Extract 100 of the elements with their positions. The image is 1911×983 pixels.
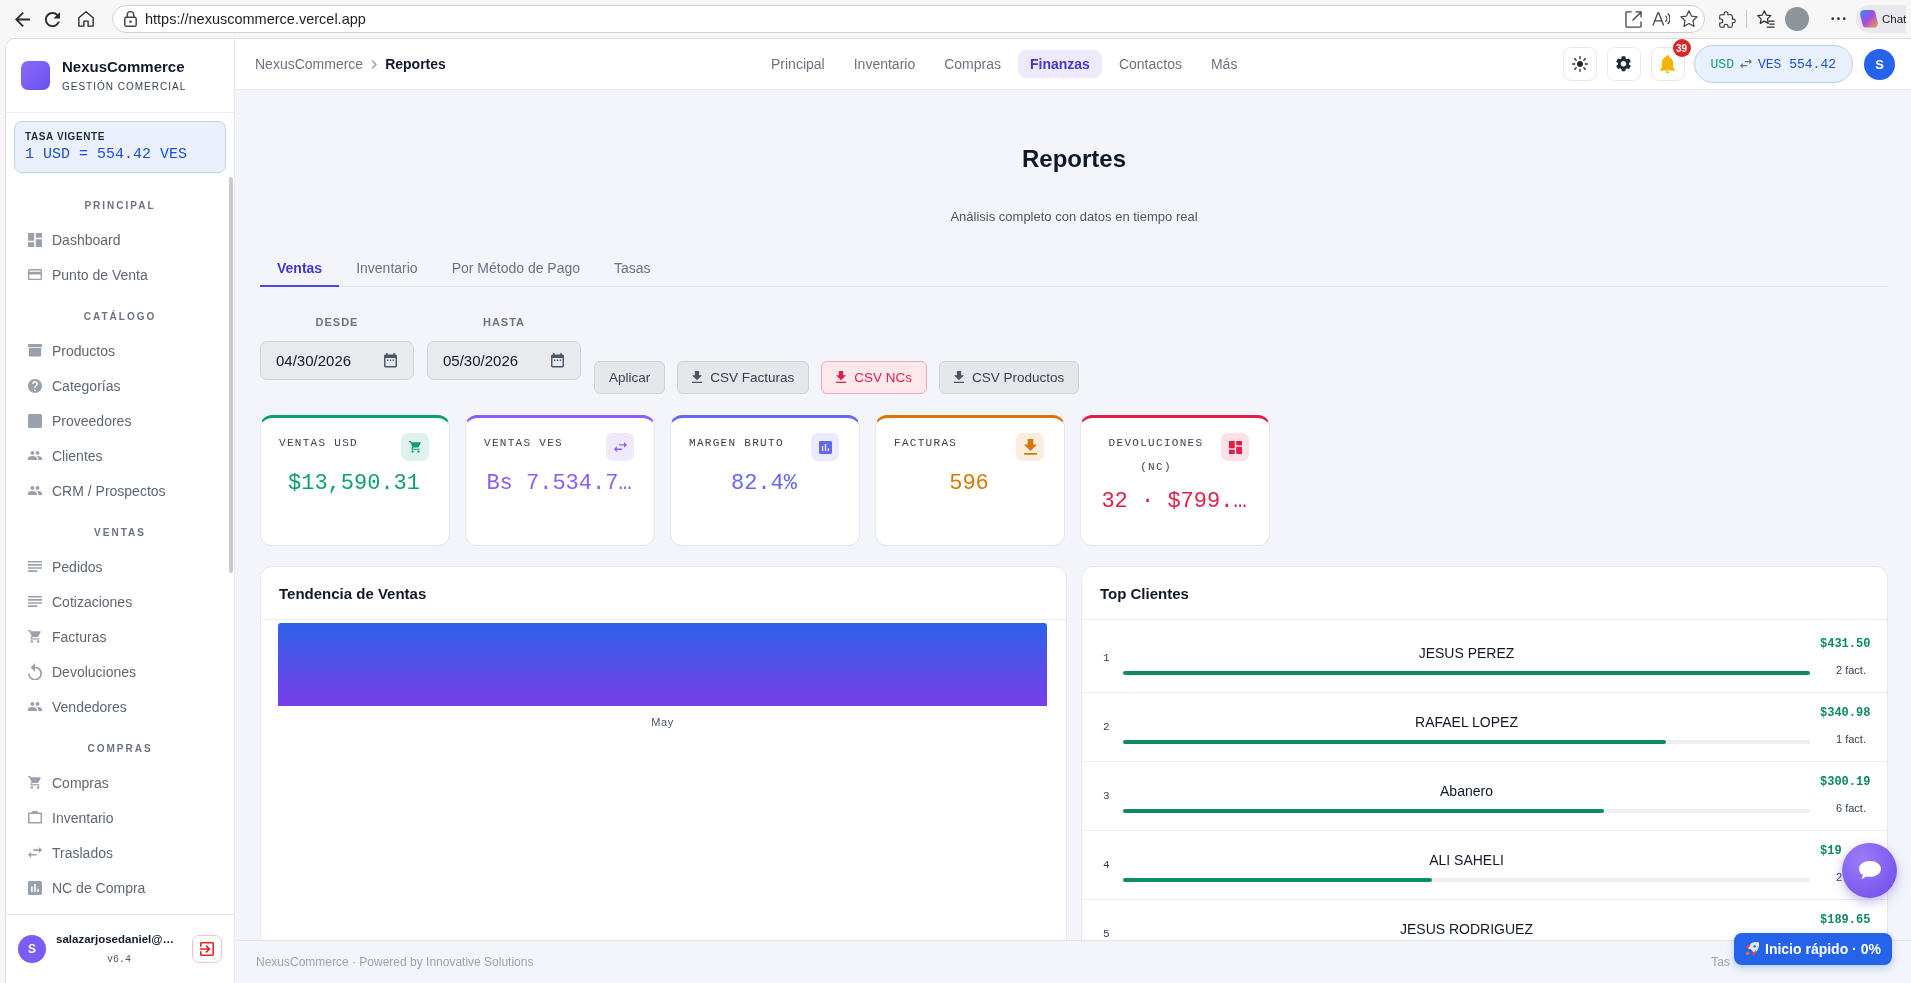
apply-button[interactable]: Aplicar (594, 361, 666, 394)
sidebar-item[interactable]: NC de Compra (6, 870, 234, 905)
briefcase-icon (28, 811, 42, 824)
date-field[interactable]: 04/30/2026 (260, 341, 414, 380)
card-title: Top Clientes (1100, 584, 1189, 602)
stat-value: 596 (948, 470, 990, 498)
download-icon (692, 371, 703, 384)
calendar-icon (384, 353, 397, 368)
back-arrow-icon (14, 11, 30, 27)
open-in-app-icon (1625, 10, 1642, 28)
sidebar-item[interactable]: Productos (6, 333, 234, 368)
read-aloud-button[interactable] (1652, 11, 1670, 27)
nav-tab[interactable]: Más (1198, 50, 1250, 78)
stat-label: VENTAS USD (279, 436, 358, 451)
sidebar-item[interactable]: Traslados (6, 835, 234, 870)
sidebar-item[interactable]: Punto de Venta (6, 257, 234, 292)
chat-button[interactable]: Chat (1856, 5, 1907, 33)
download-button[interactable]: CSV NCs (821, 361, 928, 394)
invoice-count: 2 fact. (1835, 664, 1867, 677)
axis-label: May (651, 716, 674, 728)
download-button[interactable]: CSV Facturas (677, 361, 810, 394)
favorite-button[interactable] (1680, 10, 1698, 28)
date-field[interactable]: 05/30/2026 (427, 341, 581, 380)
settings-button[interactable] (1606, 47, 1641, 81)
theme-toggle-button[interactable] (1562, 47, 1597, 81)
field-label: HASTA (482, 315, 526, 329)
square-logo-icon (21, 61, 50, 90)
star-icon (1680, 10, 1698, 28)
sidebar-item[interactable]: Clientes (6, 438, 234, 473)
swap-arrows-icon (28, 847, 42, 858)
grid-icon (1221, 433, 1249, 461)
open-in-app-button[interactable] (1625, 10, 1642, 28)
nav-tab[interactable]: Inventario (841, 50, 928, 78)
calendar-icon (551, 353, 564, 368)
list-icon (28, 596, 42, 607)
cart-icon (28, 630, 42, 643)
page-title: Reportes (1021, 145, 1127, 173)
user-email: salazarjosedaniel@… (56, 933, 174, 945)
download-button[interactable]: CSV Productos (939, 361, 1080, 394)
user-avatar[interactable]: S (18, 935, 46, 963)
speech-bubble-icon (1858, 861, 1881, 880)
sidebar-item[interactable]: Facturas (6, 619, 234, 654)
tab[interactable]: Inventario (339, 251, 435, 287)
address-bar[interactable]: https://nexuscommerce.vercel.app (112, 5, 1705, 33)
sidebar-item[interactable]: Categorías (6, 368, 234, 403)
read-aloud-icon (1652, 11, 1670, 27)
logout-icon (200, 942, 214, 956)
sidebar-item[interactable]: CRM / Prospectos (6, 473, 234, 508)
chevron-icon (371, 59, 378, 69)
page-subtitle: Análisis completo con datos en tiempo real (950, 209, 1198, 225)
sidebar-item[interactable]: Proveedores (6, 403, 234, 438)
client-name: RAFAEL LOPEZ (1415, 715, 1518, 730)
section-heading: CATÁLOGO (82, 309, 158, 324)
scrollbar-thumb[interactable] (229, 177, 233, 573)
more-icon (1830, 17, 1846, 21)
amount-text: $189.65 (1820, 913, 1872, 928)
nav-tab[interactable]: Principal (759, 50, 837, 78)
notification-badge: 39 (1672, 39, 1691, 57)
home-icon (78, 11, 94, 27)
tab[interactable]: Ventas (260, 251, 340, 287)
sidebar-item[interactable]: Compras (6, 765, 234, 800)
sidebar-item[interactable]: Pedidos (6, 549, 234, 584)
sidebar-item[interactable]: Devoluciones (6, 654, 234, 689)
nav-tab[interactable]: Finanzas (1018, 50, 1102, 78)
user-avatar[interactable]: S (1864, 48, 1895, 80)
invoice-count: 2 (1835, 871, 1844, 884)
nav-tab[interactable]: Contactos (1106, 50, 1194, 78)
quick-start-button[interactable]: Inicio rápido · 0% (1734, 933, 1892, 965)
amount-text: $300.19 (1820, 775, 1872, 790)
swap-arrows-icon (606, 433, 634, 461)
exchange-rate-button[interactable]: USD VES 554.42 (1693, 45, 1853, 83)
breadcrumb-link[interactable]: NexusCommerce (255, 56, 364, 72)
people-icon (28, 486, 42, 495)
tab[interactable]: Tasas (597, 251, 668, 287)
sidebar-item[interactable]: Vendedores (6, 689, 234, 724)
invoice-count: 1 fact. (1835, 733, 1867, 746)
people-icon (28, 451, 42, 460)
client-name: ALI SAHELI (1429, 853, 1504, 868)
sidebar-item[interactable]: Dashboard (6, 222, 234, 257)
stat-value: 82.4% (730, 470, 798, 498)
tab[interactable]: Por Método de Pago (434, 251, 598, 287)
stat-value: Bs 7.534.7… (485, 470, 633, 498)
bell-icon (1660, 54, 1676, 74)
question-icon (28, 378, 42, 393)
sidebar-item[interactable]: Inventario (6, 800, 234, 835)
logout-button[interactable] (192, 935, 222, 963)
sidebar-item[interactable]: Cotizaciones (6, 584, 234, 619)
download-icon (1016, 433, 1044, 461)
stat-label: VENTAS VES (484, 436, 563, 451)
nav-tab[interactable]: Compras (932, 50, 1013, 78)
amount-text: $19 (1820, 844, 1843, 859)
square-icon (28, 413, 42, 428)
brand-name: NexusCommerce (62, 58, 186, 76)
footer-note: Tas (1711, 955, 1730, 969)
undo-icon (28, 662, 42, 681)
profile-avatar[interactable] (1785, 7, 1809, 31)
stat-value: 32 · $799.… (1100, 488, 1248, 516)
download-icon (836, 371, 847, 384)
stat-value: $13,590.31 (287, 470, 421, 498)
sun-icon (1571, 56, 1588, 72)
